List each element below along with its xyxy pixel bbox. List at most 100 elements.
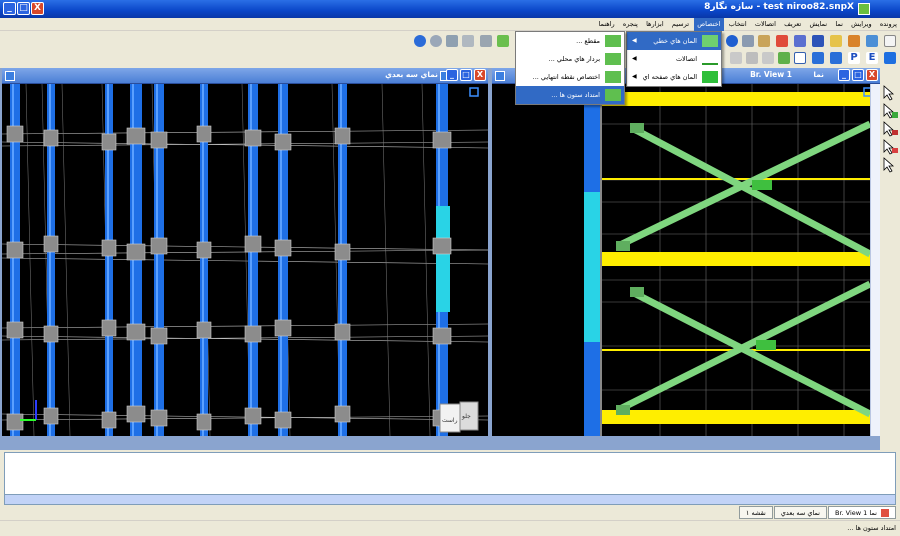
checklist-icon[interactable] [794, 52, 806, 64]
menu-display[interactable]: نمايش [806, 18, 830, 31]
menu-select[interactable]: انتخاب [726, 18, 750, 31]
zoom-icon[interactable] [462, 35, 474, 47]
brace-view-title-suffix: نما [813, 70, 824, 79]
pointer-remove-icon[interactable] [883, 139, 898, 155]
joint-node [43, 407, 59, 425]
tab-3d-view[interactable]: نماي سه بعدي [773, 506, 827, 519]
brace [630, 288, 872, 418]
pointer-clear-icon[interactable] [883, 157, 895, 173]
brace-view-minimize-button[interactable]: _ [838, 69, 850, 81]
pencil-icon[interactable] [778, 52, 790, 64]
window-title: test niroo82.snpX - سازه نگار8 [704, 2, 854, 12]
pointer-all-icon[interactable] [883, 121, 898, 137]
assign-menu-joints[interactable]: اتصالات ◀ [627, 50, 721, 68]
assign-menu-shell-elements[interactable]: المان هاي صفحه اي ◀ [627, 68, 721, 86]
view-3d-titlebar[interactable]: نماي سه بعدي _ □ X [2, 68, 488, 84]
brace-view-window[interactable]: Br. View 1 نما _ □ X [492, 68, 880, 436]
frame-icon[interactable] [480, 35, 492, 47]
joint-node [334, 323, 351, 341]
joint-node [334, 127, 351, 145]
close-button[interactable]: X [31, 2, 44, 15]
menu-window[interactable]: پنجره [620, 18, 641, 31]
joint-node [150, 327, 168, 345]
joint-node [432, 237, 452, 255]
maximize-button[interactable]: □ [17, 2, 30, 15]
brace-view-close-button[interactable]: X [866, 69, 878, 81]
check-icon[interactable] [497, 35, 509, 47]
new-file-icon[interactable] [884, 35, 896, 47]
view-3d-minimize-button[interactable]: _ [446, 69, 458, 81]
brace-view-scrollbar[interactable] [870, 84, 880, 436]
joint-node [334, 243, 351, 261]
joint-node [244, 129, 262, 147]
joint-node [101, 411, 117, 429]
open-folder-icon[interactable] [830, 35, 842, 47]
title-bar[interactable]: test niroo82.snpX - سازه نگار8 _ □ X [0, 0, 900, 18]
view-cube-label: جلو [461, 413, 471, 420]
submenu-local-axes[interactable]: بردار هاي محلي ... [516, 50, 624, 68]
save-icon[interactable] [812, 35, 824, 47]
pointer-add-icon[interactable] [883, 103, 898, 119]
menu-connections[interactable]: اتصالات [752, 18, 779, 31]
paste-icon[interactable] [746, 52, 758, 64]
grid-line [61, 84, 71, 436]
joint-node [274, 411, 292, 429]
view-3d-maximize-button[interactable]: □ [460, 69, 472, 81]
joint-node [244, 407, 262, 425]
brace-end-plate [630, 287, 644, 297]
cube-icon[interactable] [884, 52, 896, 64]
grid-line [381, 84, 391, 436]
joint-node [244, 325, 262, 343]
copyright-icon[interactable] [726, 35, 738, 47]
export-icon[interactable] [446, 35, 458, 47]
submenu-extend-columns[interactable]: امتداد ستون ها ... [516, 86, 624, 104]
model-icon[interactable] [848, 35, 860, 47]
grid-icon[interactable] [742, 35, 754, 47]
settings-icon[interactable] [430, 35, 442, 47]
grid-line [2, 257, 488, 265]
menu-file[interactable]: پرونده [877, 18, 900, 31]
select-tools-svg [883, 85, 898, 173]
menu-assign[interactable]: اختصاص [694, 18, 724, 31]
minimize-button[interactable]: _ [3, 2, 16, 15]
view-3d-close-button[interactable]: X [474, 69, 486, 81]
pattern-icon[interactable] [776, 35, 788, 47]
pointer-icon[interactable] [883, 85, 895, 101]
brace-view-title: Br. View 1 [750, 70, 792, 79]
joint-node [432, 131, 452, 149]
submenu-end-release[interactable]: اختصاص نقطه انتهايي ... [516, 68, 624, 86]
brace-view-canvas[interactable] [492, 84, 880, 436]
brace-view-maximize-button[interactable]: □ [852, 69, 864, 81]
tab-plan-1[interactable]: نقشه ۱ [738, 506, 773, 519]
help-icon[interactable] [414, 35, 426, 47]
joint-node [274, 239, 292, 257]
arrow-left-icon[interactable] [812, 52, 824, 64]
e-icon[interactable]: E [866, 52, 878, 64]
close-tab-icon[interactable] [881, 509, 889, 517]
p-icon[interactable]: P [848, 52, 860, 64]
measure-icon[interactable] [758, 35, 770, 47]
assign-menu-line-elements[interactable]: المان هاي خطي ◀ [627, 32, 721, 50]
view-3d-window[interactable]: نماي سه بعدي _ □ X راست جلو [2, 68, 488, 436]
command-scrollbar[interactable] [4, 494, 896, 505]
menu-tools[interactable]: ابزارها [643, 18, 667, 31]
menu-define[interactable]: تعريف [781, 18, 804, 31]
joint-node [101, 133, 117, 151]
command-output-area[interactable] [4, 452, 896, 496]
menu-edit[interactable]: ويرايش [848, 18, 874, 31]
menu-draw[interactable]: ترسيم [669, 18, 692, 31]
menu-help[interactable]: راهنما [596, 18, 618, 31]
joint-node [244, 235, 262, 253]
print-icon[interactable] [762, 52, 774, 64]
submenu-section[interactable]: مقطع ... [516, 32, 624, 50]
view-3d-canvas[interactable]: راستجلو [2, 84, 488, 436]
arrow-right-icon[interactable] [830, 52, 842, 64]
copy-icon[interactable] [730, 52, 742, 64]
menu-view[interactable]: نما [832, 18, 846, 31]
layers-icon[interactable] [794, 35, 806, 47]
mountain-icon[interactable] [866, 35, 878, 47]
tab-brace-view[interactable]: نما Br. View 1 [828, 506, 896, 519]
joint-node [196, 125, 212, 143]
joint-node [274, 133, 292, 151]
view-restore-icon[interactable] [5, 71, 15, 81]
